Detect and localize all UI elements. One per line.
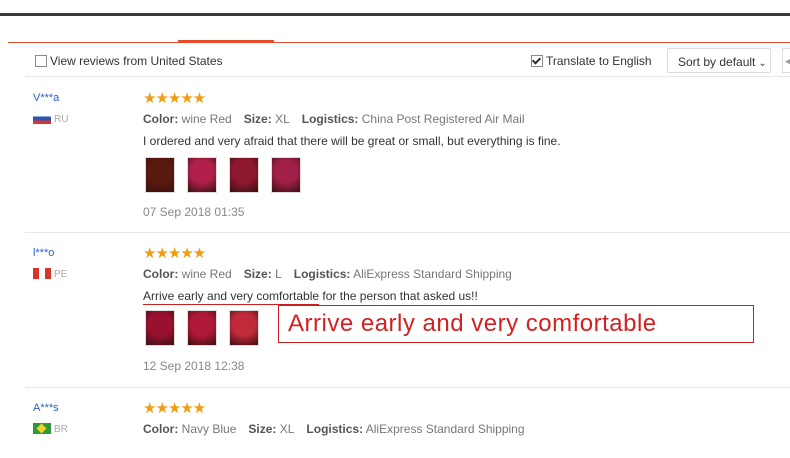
size-value: XL bbox=[279, 422, 295, 436]
reviewer-name[interactable]: V***a bbox=[33, 92, 59, 104]
review-date: 07 Sep 2018 01:35 bbox=[143, 205, 245, 219]
reviewer-name[interactable]: l***o bbox=[33, 247, 54, 259]
order-details: Color: wine Red Size: XL Logistics: China … bbox=[143, 112, 525, 126]
color-value: Navy Blue bbox=[181, 422, 237, 436]
order-details: Color: Navy Blue Size: XL Logistics: AliEx… bbox=[143, 422, 525, 436]
translate-label[interactable]: Translate to English bbox=[546, 54, 652, 68]
review-photo[interactable] bbox=[145, 310, 175, 346]
review-filter-bar: View reviews from United States Translat… bbox=[25, 46, 790, 77]
view-us-checkbox[interactable] bbox=[35, 55, 47, 67]
chevron-down-icon: ⌄ bbox=[758, 58, 767, 69]
review-photo[interactable] bbox=[187, 157, 217, 193]
translate-checkbox[interactable] bbox=[531, 55, 543, 67]
review-photo[interactable] bbox=[145, 157, 175, 193]
sort-dropdown-label: Sort by default bbox=[678, 55, 756, 69]
view-us-label[interactable]: View reviews from United States bbox=[50, 54, 223, 68]
prev-page-button[interactable]: ◀ bbox=[782, 48, 790, 73]
size-value: L bbox=[275, 267, 282, 281]
color-value: wine Red bbox=[181, 112, 232, 126]
review-photo[interactable] bbox=[187, 310, 217, 346]
top-divider bbox=[0, 13, 790, 16]
order-details: Color: wine Red Size: L Logistics: AliExpr… bbox=[143, 267, 512, 281]
star-rating: ★★★★★ bbox=[143, 90, 206, 107]
review-item: A***s BR ★★★★★ Color: Navy Blue Size: XL L… bbox=[25, 400, 790, 458]
reviewer-country: PE bbox=[33, 268, 67, 280]
review-photo[interactable] bbox=[229, 310, 259, 346]
review-photo[interactable] bbox=[229, 157, 259, 193]
review-text: I ordered and very afraid that there wil… bbox=[143, 134, 561, 148]
reviewer-country: RU bbox=[33, 113, 68, 125]
star-rating: ★★★★★ bbox=[143, 245, 206, 262]
review-date: 12 Sep 2018 12:38 bbox=[143, 359, 245, 373]
reviewer-name[interactable]: A***s bbox=[33, 402, 59, 414]
review-text-highlight: Arrive early and very comfortable bbox=[143, 289, 320, 303]
reviewer-country: BR bbox=[33, 423, 68, 435]
star-rating: ★★★★★ bbox=[143, 400, 206, 417]
logistics-value: AliExpress Standard Shipping bbox=[365, 422, 525, 436]
logistics-value: AliExpress Standard Shipping bbox=[353, 267, 512, 281]
flag-pe-icon bbox=[33, 268, 51, 279]
review-item: V***a RU ★★★★★ Color: wine Red Size: XL Lo… bbox=[25, 90, 790, 233]
chevron-left-icon: ◀ bbox=[785, 56, 790, 66]
section-divider bbox=[8, 42, 790, 43]
sort-dropdown[interactable]: Sort by default ⌄ bbox=[667, 48, 771, 73]
flag-br-icon bbox=[33, 423, 51, 434]
review-text: Arrive early and very comfortable for th… bbox=[143, 289, 478, 303]
logistics-value: China Post Registered Air Mail bbox=[361, 112, 525, 126]
flag-ru-icon bbox=[33, 113, 51, 124]
review-photo[interactable] bbox=[271, 157, 301, 193]
color-value: wine Red bbox=[181, 267, 232, 281]
size-value: XL bbox=[275, 112, 290, 126]
highlight-callout: Arrive early and very comfortable bbox=[278, 305, 754, 343]
